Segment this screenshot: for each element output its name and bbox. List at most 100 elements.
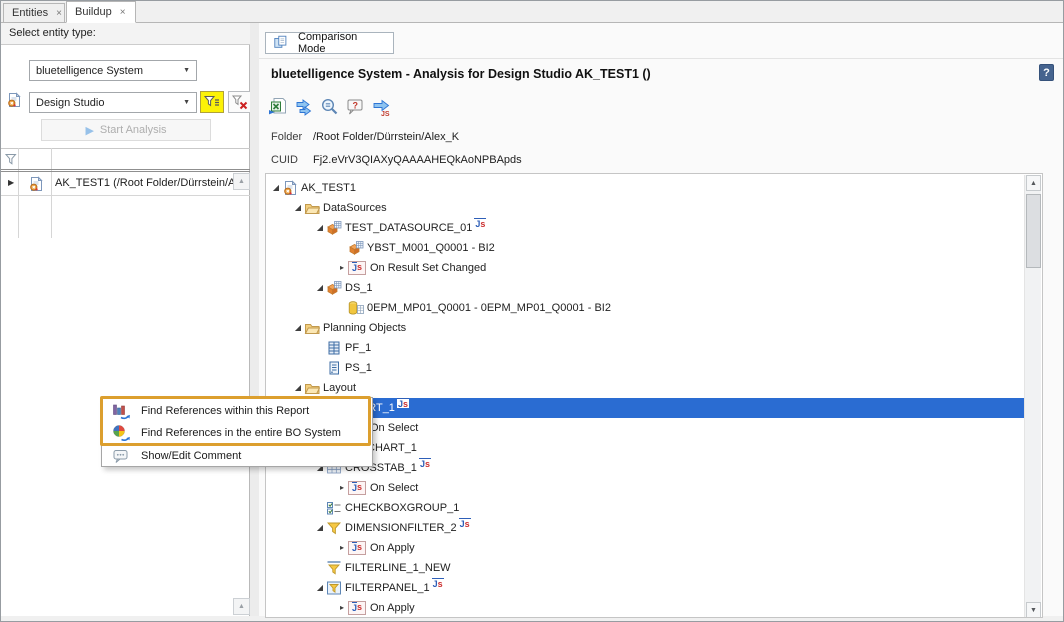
tree-item-on-apply[interactable]: ▸JsOn Apply [266, 598, 1025, 617]
scroll-up-button[interactable]: ▲ [233, 173, 250, 190]
menu-item-find-references-in-the-entire-bo-system[interactable]: Find References in the entire BO System [102, 421, 372, 444]
tree-item-on-select[interactable]: ▸JsOn Select [266, 478, 1025, 498]
tree-item-on-apply[interactable]: ▸JsOn Apply [266, 538, 1025, 558]
tree-item-label: Planning Objects [323, 322, 406, 334]
grid-top-border [1, 148, 250, 149]
tab-entities[interactable]: Entities × [3, 3, 65, 23]
zoom-details-icon[interactable] [320, 97, 340, 117]
js-export-icon[interactable]: JS [372, 97, 392, 117]
buildup-tree: ◢ AK_TEST1 ◢DataSources◢TEST_DATASOURCE_01… [265, 173, 1043, 618]
collapse-arrow-icon[interactable]: ▸ [336, 603, 348, 613]
select-entity-type-label: Select entity type: [9, 27, 96, 39]
tab-entities-label: Entities [12, 7, 48, 19]
tree-item-ds-1[interactable]: ◢ DS_1 [266, 278, 1025, 298]
expand-arrow-icon[interactable]: ◢ [292, 323, 304, 333]
collapse-arrow-icon[interactable]: ▸ [336, 543, 348, 553]
tree-item-label: AK_TEST1 [301, 182, 356, 194]
app-icon [6, 92, 22, 108]
collapse-arrow-icon[interactable]: ▸ [336, 263, 348, 273]
tree-scrollbar[interactable]: ▲ ▼ [1024, 175, 1041, 618]
tree-item-datasources[interactable]: ◢DataSources [266, 198, 1025, 218]
system-dropdown[interactable]: bluetelligence System ▼ [29, 60, 197, 81]
comparison-mode-button[interactable]: Comparison Mode [265, 32, 394, 54]
follow-references-icon[interactable] [294, 97, 314, 117]
close-icon[interactable]: × [56, 8, 62, 19]
tree-item-chart-1[interactable]: CHART_1 [266, 438, 1025, 458]
app-icon [282, 180, 298, 196]
expand-arrow-icon[interactable]: ◢ [292, 383, 304, 393]
menu-item-show-edit-comment[interactable]: Show/Edit Comment [102, 444, 372, 467]
tree-item-pf-1[interactable]: PF_1 [266, 338, 1025, 358]
tree-item-crosstab-1[interactable]: ◢CROSSTAB_1Js [266, 458, 1025, 478]
tree-item-dimensionfilter-2[interactable]: ◢DIMENSIONFILTER_2Js [266, 518, 1025, 538]
datasource-icon [326, 220, 342, 236]
expand-arrow-icon[interactable]: ◢ [314, 523, 326, 533]
tree-item-label: CHECKBOXGROUP_1 [345, 502, 459, 514]
chevron-down-icon: ▼ [183, 67, 190, 74]
comment-question-icon[interactable]: ? [346, 97, 366, 117]
svg-text:JS: JS [381, 111, 390, 117]
tree-item-label: 0EPM_MP01_Q0001 - 0EPM_MP01_Q0001 - BI2 [367, 302, 611, 314]
expand-arrow-icon[interactable]: ◢ [314, 283, 326, 293]
scroll-down-button[interactable]: ▼ [1026, 602, 1041, 618]
scroll-up-button[interactable]: ▲ [233, 598, 250, 615]
js-script-icon: Js [348, 261, 366, 275]
menu-item-find-references-within-this-report[interactable]: Find References within this Report [102, 399, 372, 422]
tree-item-checkboxgroup-1[interactable]: CHECKBOXGROUP_1 [266, 498, 1025, 518]
tree-item-chart-1[interactable]: ◢CHART_1Js [266, 398, 1025, 418]
tree-item-ak-test1[interactable]: ◢ AK_TEST1 [266, 178, 1025, 198]
tree-item-label: FILTERLINE_1_NEW [345, 562, 451, 574]
show-edit-comment-icon [112, 447, 130, 465]
expand-arrow-icon[interactable]: ◢ [270, 183, 282, 193]
tree-item-filterline-1-new[interactable]: FILTERLINE_1_NEW [266, 558, 1025, 578]
comparison-mode-icon [273, 34, 289, 50]
tree-item-on-select[interactable]: ▸JsOn Select [266, 418, 1025, 438]
tree-item-filterpanel-1[interactable]: ◢FILTERPANEL_1Js [266, 578, 1025, 598]
start-analysis-button[interactable]: ▶ Start Analysis [41, 119, 211, 141]
header-divider [259, 58, 1064, 59]
tree-item-label: On Select [370, 422, 418, 434]
expand-arrow-icon[interactable]: ◢ [314, 583, 326, 593]
excel-export-icon[interactable] [268, 97, 288, 117]
clear-filter-button[interactable] [228, 91, 252, 113]
tab-buildup-label: Buildup [75, 6, 112, 18]
js-script-badge: Js [432, 578, 444, 588]
query-icon [348, 300, 364, 316]
scroll-up-button[interactable]: ▲ [1026, 175, 1041, 191]
tree-rows: ◢ AK_TEST1 ◢DataSources◢TEST_DATASOURCE_01… [266, 174, 1025, 617]
tree-item-label: Layout [323, 382, 356, 394]
folder-icon [304, 320, 320, 336]
expand-arrow-icon[interactable]: ◢ [292, 203, 304, 213]
help-button[interactable]: ? [1039, 64, 1054, 81]
entity-grid-row[interactable]: ▶ AK_TEST1 (/Root Folder/Dürrstein/Alex_… [1, 173, 233, 195]
expand-arrow-icon[interactable]: ◢ [314, 223, 326, 233]
entity-type-dropdown[interactable]: Design Studio ▼ [29, 92, 197, 113]
collapse-arrow-icon[interactable]: ▸ [336, 483, 348, 493]
left-panel: bluetelligence System ▼ Design Studio ▼ … [1, 45, 250, 616]
tree-item-on-result-set-changed[interactable]: ▸Js On Result Set Changed [266, 258, 1025, 278]
tree-item-ps-1[interactable]: PS_1 [266, 358, 1025, 378]
datasource-icon [348, 240, 364, 256]
folder-label: Folder [271, 131, 302, 143]
scrollbar-thumb[interactable] [1026, 194, 1041, 268]
row-selector-icon: ▶ [8, 178, 14, 187]
js-script-badge: Js [459, 518, 471, 528]
tree-item-0epm-mp01-q0001-0epm-mp01-q0001-bi2[interactable]: 0EPM_MP01_Q0001 - 0EPM_MP01_Q0001 - BI2 [266, 298, 1025, 318]
tree-item-planning-objects[interactable]: ◢ Planning Objects [266, 318, 1025, 338]
menu-item-label: Show/Edit Comment [141, 450, 241, 462]
cuid-value: Fj2.eVrV3QIAXyQAAAAHEQkAoNPBApds [313, 154, 522, 166]
close-icon[interactable]: × [120, 7, 126, 18]
tree-item-label: On Result Set Changed [370, 262, 486, 274]
tree-item-label: DS_1 [345, 282, 373, 294]
panel-splitter[interactable] [250, 23, 259, 616]
tree-item-test-datasource-01[interactable]: ◢TEST_DATASOURCE_01Js [266, 218, 1025, 238]
tab-buildup[interactable]: Buildup × [66, 1, 136, 23]
js-script-badge: Js [419, 458, 431, 468]
design-studio-icon [28, 176, 47, 197]
planning-function-icon [326, 340, 342, 356]
select-entity-type-header: Select entity type: [1, 23, 250, 45]
cuid-label: CUID [271, 154, 298, 166]
tree-item-ybst-m001-q0001-bi2[interactable]: YBST_M001_Q0001 - BI2 [266, 238, 1025, 258]
filter-button[interactable] [200, 91, 224, 113]
tree-item-layout[interactable]: ◢ Layout [266, 378, 1025, 398]
